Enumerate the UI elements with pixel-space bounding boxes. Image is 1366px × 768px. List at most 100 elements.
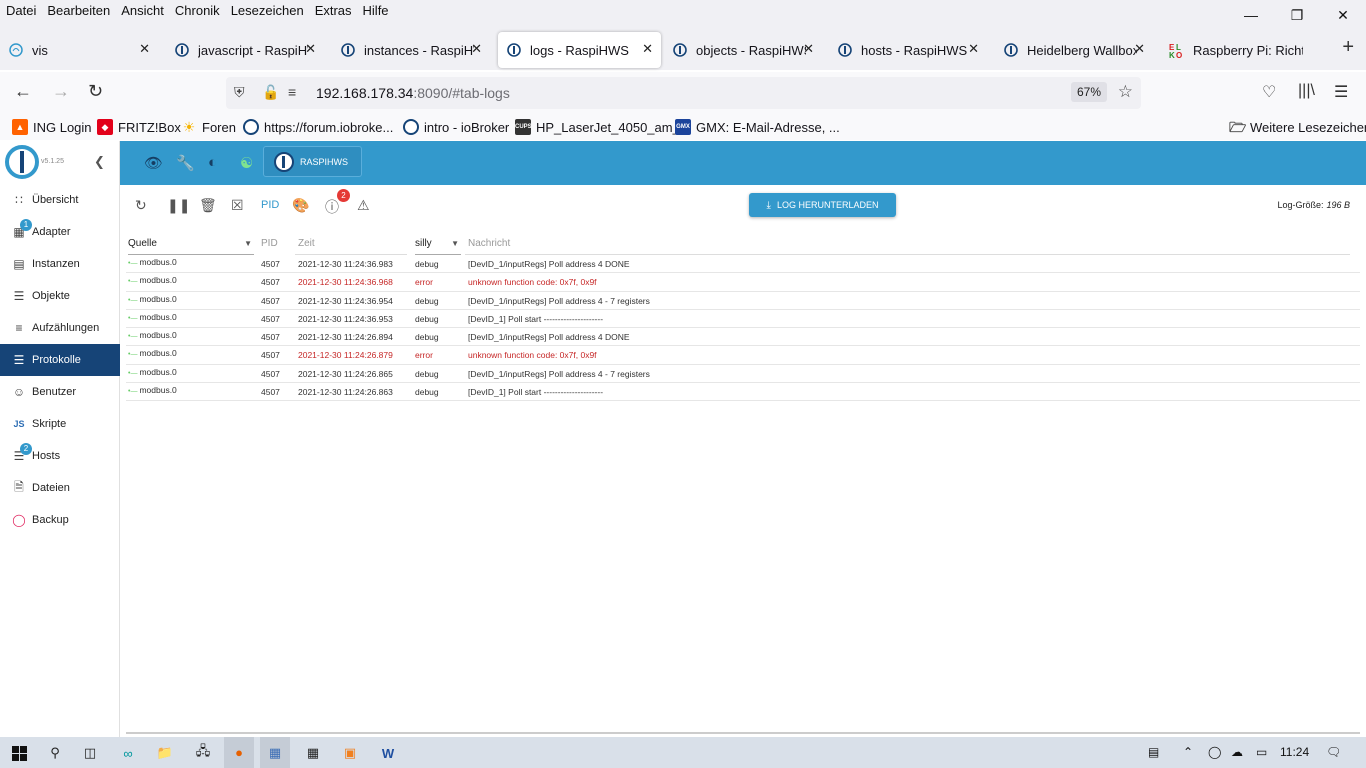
back-icon[interactable]: ← [14, 81, 32, 102]
delete-log-file-icon[interactable]: ☒ [231, 197, 244, 214]
hamburger-menu-icon[interactable]: ☰ [1334, 82, 1348, 102]
bookmark-forum[interactable]: https://forum.iobroke... [243, 119, 393, 135]
sidebar-item-hosts[interactable]: ☰ Hosts 2 [0, 440, 120, 472]
tab-close-icon[interactable]: ✕ [642, 41, 653, 57]
bookmark-foren[interactable]: ☀ Foren [181, 119, 236, 135]
action-center-icon[interactable]: 🗨 [1326, 745, 1341, 759]
tab-raspberry[interactable]: ELKO Raspberry Pi: Richtig [1169, 32, 1319, 68]
pause-icon[interactable]: ❚❚ [167, 197, 190, 214]
menu-datei[interactable]: Datei [6, 3, 36, 18]
url-bar[interactable]: ⛨ 🔓 ≡ 192.168.178.34:8090/#tab-logs 67% … [226, 77, 1141, 109]
windows-start-icon[interactable] [8, 742, 30, 764]
bookmark-fritzbox[interactable]: ◆ FRITZ!Box [97, 119, 181, 135]
close-icon[interactable]: ✕ [1320, 0, 1366, 30]
bookmark-gmx[interactable]: GMX GMX: E-Mail-Adresse, ... [675, 119, 840, 135]
bookmark-intro[interactable]: intro - ioBroker [403, 119, 509, 135]
sublime-icon[interactable]: ▣ [339, 742, 361, 764]
message-filter[interactable]: Nachricht [468, 238, 510, 249]
download-log-button[interactable]: ⤓ LOG HERUNTERLADEN [749, 193, 896, 217]
insecure-lock-icon[interactable]: 🔓 [262, 84, 279, 101]
delete-icon[interactable]: 🗑 [199, 197, 217, 214]
sidebar-item-skripte[interactable]: JS Skripte [0, 408, 120, 440]
plug-icon: •— [128, 296, 138, 304]
permissions-icon[interactable]: ≡ [288, 84, 296, 100]
tab-objects[interactable]: objects - RaspiHWS ✕ [672, 32, 822, 68]
bookmark-other-folder[interactable]: 🗁 Weitere Lesezeichen [1229, 119, 1366, 135]
tab-vis[interactable]: vis ✕ [8, 32, 158, 68]
error-filter-icon[interactable]: ⓘ [325, 197, 339, 217]
network-error-icon[interactable]: ☁ [1231, 745, 1243, 759]
source-filter[interactable]: Quelle ▼ [128, 238, 254, 255]
minimize-icon[interactable]: — [1228, 0, 1274, 30]
restore-icon[interactable]: ❐ [1274, 0, 1320, 30]
menu-bearbeiten[interactable]: Bearbeiten [47, 3, 110, 18]
zoom-indicator[interactable]: 67% [1070, 82, 1107, 102]
bookmark-hp[interactable]: CUPS HP_LaserJet_4050_am_... [515, 119, 691, 135]
host-button[interactable]: RASPIHWS [263, 146, 362, 177]
sidebar-item-benutzer[interactable]: ☺ Benutzer [0, 376, 120, 408]
reload-icon[interactable]: ↻ [88, 81, 103, 102]
menu-extras[interactable]: Extras [315, 3, 352, 18]
bookmark-label: https://forum.iobroke... [264, 119, 394, 135]
sidebar-item-protokolle[interactable]: ☰ Protokolle [0, 344, 120, 376]
refresh-icon[interactable]: ↻ [135, 197, 147, 214]
bookmark-star-icon[interactable]: ☆ [1118, 82, 1133, 102]
search-icon[interactable]: ⚲ [44, 742, 66, 764]
eye-icon[interactable]: 👁 [144, 154, 163, 172]
notifications-panel-icon[interactable]: ▤ [1148, 745, 1159, 759]
new-tab-icon[interactable]: + [1342, 36, 1354, 59]
tray-chevron-up-icon[interactable]: ⌃ [1183, 745, 1193, 759]
sidebar-item-adapter[interactable]: ▦ Adapter 1 [0, 216, 120, 248]
tab-logs[interactable]: logs - RaspiHWS ✕ [498, 32, 661, 68]
tab-close-icon[interactable]: ✕ [139, 41, 150, 57]
horizontal-scrollbar[interactable] [126, 732, 1360, 734]
shield-icon[interactable]: ⛨ [234, 84, 245, 101]
severity-filter[interactable]: silly ▼ [415, 238, 461, 255]
url-text[interactable]: 192.168.178.34:8090/#tab-logs [316, 85, 510, 101]
sidebar-item-dateien[interactable]: 🗎 Dateien [0, 472, 120, 504]
library-icon[interactable]: |||\ [1298, 82, 1315, 100]
tab-close-icon[interactable]: ✕ [1134, 41, 1145, 57]
sidebar-item-uebersicht[interactable]: ∷ Übersicht [0, 184, 120, 216]
firefox-icon[interactable]: ● [224, 737, 254, 768]
phone-link-icon[interactable]: ◯ [1208, 745, 1221, 759]
iobroker-icon [1003, 42, 1019, 58]
tab-javascript[interactable]: javascript - RaspiHWS ✕ [174, 32, 324, 68]
menu-hilfe[interactable]: Hilfe [363, 3, 389, 18]
arduino-icon[interactable]: ∞ [117, 742, 139, 764]
tab-close-icon[interactable]: ✕ [471, 41, 482, 57]
sidebar-item-instanzen[interactable]: ▤ Instanzen [0, 248, 120, 280]
menu-ansicht[interactable]: Ansicht [121, 3, 164, 18]
calculator-icon[interactable]: ▦ [302, 742, 324, 764]
word-icon[interactable]: W [377, 742, 399, 764]
wrench-icon[interactable]: 🔧 [176, 154, 195, 172]
battery-icon[interactable]: ▭ [1256, 745, 1267, 759]
clock[interactable]: 11:24 [1280, 745, 1309, 759]
bookmark-ing[interactable]: ▲ ING Login [12, 119, 92, 135]
theme-icon[interactable]: ◐ [208, 154, 217, 171]
pocket-icon[interactable]: ♡ [1262, 82, 1276, 102]
tab-close-icon[interactable]: ✕ [968, 41, 979, 57]
forward-icon[interactable]: → [52, 81, 70, 102]
network-tool-icon[interactable]: 🖧 [192, 742, 214, 764]
sidebar-item-backup[interactable]: ◯ Backup [0, 504, 120, 536]
warning-icon[interactable]: ⚠ [357, 197, 370, 214]
palette-icon[interactable]: 🎨 [292, 197, 309, 214]
tab-instances[interactable]: instances - RaspiHWS ✕ [340, 32, 490, 68]
menu-chronik[interactable]: Chronik [175, 3, 220, 18]
tab-close-icon[interactable]: ✕ [305, 41, 316, 57]
tab-hosts[interactable]: hosts - RaspiHWS ✕ [837, 32, 987, 68]
tab-wallbox[interactable]: Heidelberg Wallbox ✕ [1003, 32, 1153, 68]
file-explorer-icon[interactable]: 📁 [154, 742, 176, 764]
expert-mode-icon[interactable]: ☯ [240, 154, 253, 172]
remote-app-icon[interactable]: ▦ [260, 737, 290, 768]
bookmark-label: intro - ioBroker [424, 119, 510, 135]
collapse-sidebar-icon[interactable]: ❮ [94, 154, 105, 170]
sidebar-item-objekte[interactable]: ☰ Objekte [0, 280, 120, 312]
bookmark-label: Weitere Lesezeichen [1250, 119, 1366, 135]
task-view-icon[interactable]: ◫ [79, 742, 101, 764]
sidebar-item-aufzaehlungen[interactable]: ≡ Aufzählungen [0, 312, 120, 344]
menu-lesezeichen[interactable]: Lesezeichen [231, 3, 304, 18]
pid-toggle[interactable]: PID [261, 199, 279, 211]
tab-close-icon[interactable]: ✕ [803, 41, 814, 57]
